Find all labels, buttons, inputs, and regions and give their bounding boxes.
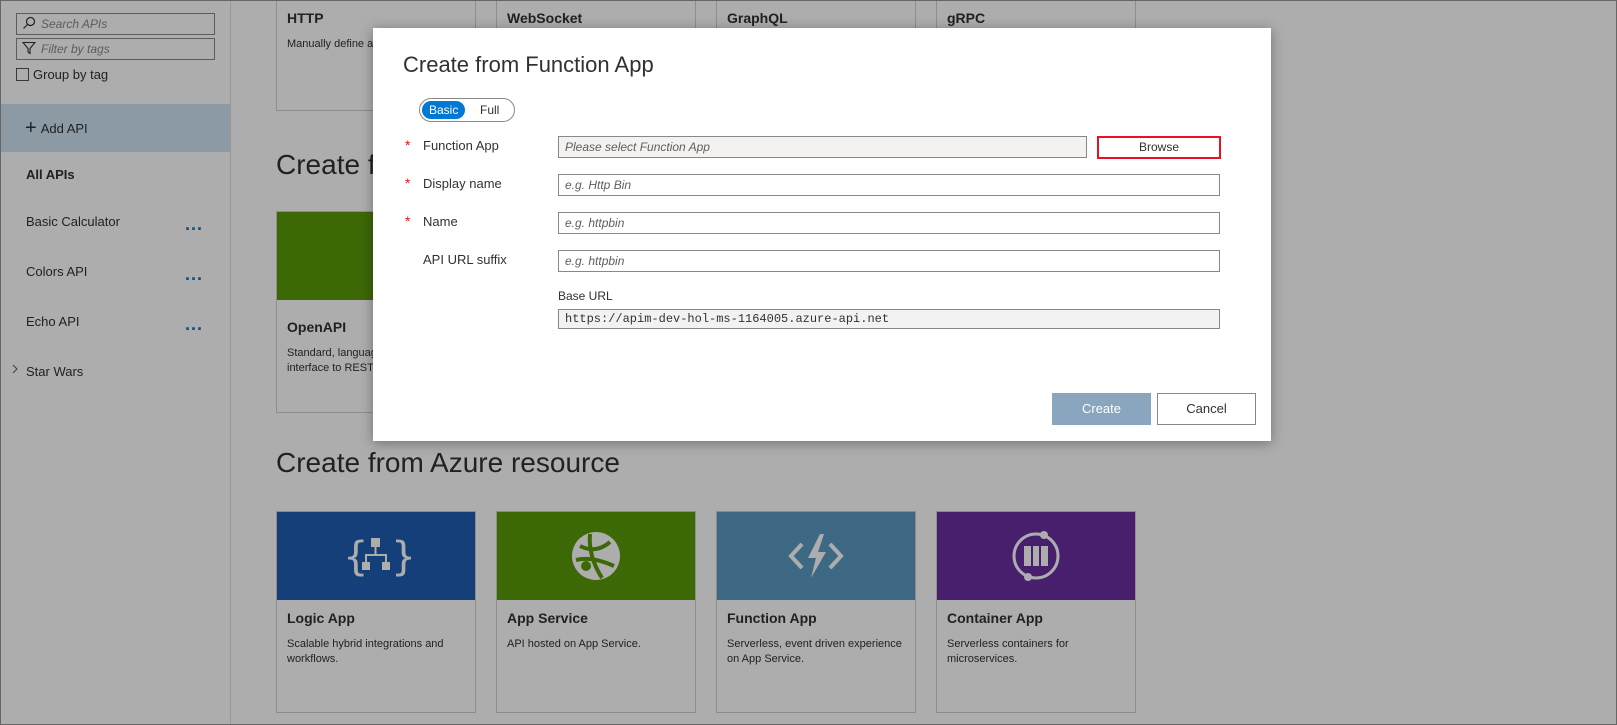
create-button[interactable]: Create xyxy=(1052,393,1151,425)
dialog-title: Create from Function App xyxy=(403,52,654,77)
browse-button[interactable]: Browse xyxy=(1097,136,1221,159)
display-name-input[interactable] xyxy=(559,175,1219,195)
toggle-basic[interactable]: Basic xyxy=(422,101,466,119)
name-label: Name xyxy=(423,214,458,229)
base-url-label: Base URL xyxy=(558,289,613,303)
function-app-field[interactable] xyxy=(558,136,1087,158)
create-function-app-dialog: Create from Function App Basic Full * Fu… xyxy=(373,28,1271,441)
required-marker: * xyxy=(405,137,411,153)
display-name-label: Display name xyxy=(423,176,502,191)
name-input[interactable] xyxy=(559,213,1219,233)
api-url-suffix-label: API URL suffix xyxy=(423,252,507,267)
function-app-input[interactable] xyxy=(559,137,1086,157)
display-name-field[interactable] xyxy=(558,174,1220,196)
name-field[interactable] xyxy=(558,212,1220,234)
basic-full-toggle[interactable]: Basic Full xyxy=(419,98,515,122)
app-window: Group by tag + Add API All APIs Basic Ca… xyxy=(0,0,1617,725)
cancel-button[interactable]: Cancel xyxy=(1157,393,1256,425)
required-marker: * xyxy=(405,213,411,229)
base-url-value: https://apim-dev-hol-ms-1164005.azure-ap… xyxy=(558,309,1220,329)
api-url-suffix-input[interactable] xyxy=(559,251,1219,271)
required-marker: * xyxy=(405,175,411,191)
api-url-suffix-field[interactable] xyxy=(558,250,1220,272)
function-app-label: Function App xyxy=(423,138,499,153)
toggle-full[interactable]: Full xyxy=(473,101,506,119)
